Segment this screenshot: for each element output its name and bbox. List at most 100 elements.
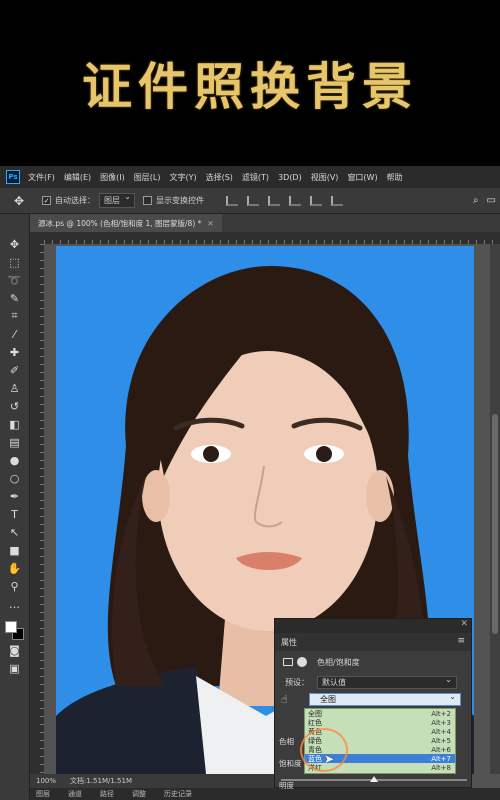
tools-panel: ✥ ⬚ ➰ ✎ ⌗ ⁄ ✚ ✐ ♙ ↺ ◧ ▤ ● ○ ✒ T ↖ ■ ✋ ⚲ … bbox=[0, 214, 30, 800]
dropdown-item[interactable]: 红色 Alt+3 bbox=[305, 718, 455, 727]
slider-labels: 色相 饱和度 明度 bbox=[279, 731, 302, 797]
preset-label: 预设： bbox=[285, 677, 309, 687]
channel-select[interactable]: 全图 bbox=[309, 691, 461, 706]
options-right: ⌕ ▭ bbox=[465, 195, 496, 206]
show-transform-label: 显示变换控件 bbox=[156, 196, 204, 205]
hand-icon[interactable]: ✋ bbox=[6, 560, 24, 576]
align-left-icon[interactable] bbox=[226, 195, 238, 206]
ruler-horizontal bbox=[44, 232, 500, 244]
distribute-bottom-icon[interactable] bbox=[331, 195, 343, 206]
eyedropper-icon[interactable]: ⁄ bbox=[6, 326, 24, 342]
scroll-thumb[interactable] bbox=[492, 414, 498, 634]
lasso-icon[interactable]: ➰ bbox=[6, 272, 24, 288]
auto-select-dropdown[interactable]: 图层 bbox=[99, 192, 135, 208]
search-icon[interactable]: ⌕ bbox=[473, 195, 479, 206]
type-icon[interactable]: T bbox=[6, 506, 24, 522]
stamp-icon[interactable]: ♙ bbox=[6, 380, 24, 396]
menu-type[interactable]: 文字(Y) bbox=[169, 172, 196, 183]
dodge-icon[interactable]: ○ bbox=[6, 470, 24, 486]
show-transform-checkbox[interactable] bbox=[143, 196, 152, 205]
bottom-panel-tabs: 图层 通道 路径 调整 历史记录 bbox=[30, 788, 500, 800]
brush-icon[interactable]: ✐ bbox=[6, 362, 24, 378]
document-tabs: 源冰.ps @ 100% (色相/饱和度 1, 图层蒙版/8) * ✕ bbox=[30, 214, 500, 232]
document-tab-label: 源冰.ps @ 100% (色相/饱和度 1, 图层蒙版/8) * bbox=[38, 219, 202, 228]
video-headline: 证件照换背景 bbox=[0, 0, 500, 166]
blur-icon[interactable]: ● bbox=[6, 452, 24, 468]
menu-help[interactable]: 帮助 bbox=[387, 172, 403, 183]
zoom-level[interactable]: 100% bbox=[36, 777, 56, 785]
lightness-slider[interactable] bbox=[281, 776, 467, 782]
move-tool-icon[interactable]: ✥ bbox=[14, 194, 34, 208]
close-icon[interactable]: ✕ bbox=[207, 219, 213, 228]
workspace-icon[interactable]: ▭ bbox=[487, 195, 496, 206]
menu-filter[interactable]: 滤镜(T) bbox=[242, 172, 269, 183]
menu-edit[interactable]: 编辑(E) bbox=[64, 172, 91, 183]
distribute-top-icon[interactable] bbox=[289, 195, 301, 206]
screen-mode-icon[interactable]: ▣ bbox=[6, 660, 24, 676]
menu-select[interactable]: 选择(S) bbox=[206, 172, 233, 183]
quick-select-icon[interactable]: ✎ bbox=[6, 290, 24, 306]
tab-paths[interactable]: 路径 bbox=[100, 789, 114, 799]
tab-channels[interactable]: 通道 bbox=[68, 789, 82, 799]
gradient-icon[interactable]: ▤ bbox=[6, 434, 24, 450]
pen-icon[interactable]: ✒ bbox=[6, 488, 24, 504]
distribute-middle-icon[interactable] bbox=[310, 195, 322, 206]
targeted-adjust-hand-icon[interactable]: ☝ bbox=[281, 693, 295, 706]
vertical-scrollbar[interactable] bbox=[490, 244, 500, 774]
mask-icon[interactable] bbox=[297, 657, 307, 667]
menu-view[interactable]: 视图(V) bbox=[311, 172, 339, 183]
tab-layers[interactable]: 图层 bbox=[36, 789, 50, 799]
crop-icon[interactable]: ⌗ bbox=[6, 308, 24, 324]
layer-type-label: 色相/饱和度 bbox=[317, 657, 360, 667]
properties-title-row: 属性 ≡ bbox=[275, 633, 471, 651]
panel-menu-icon[interactable]: ≡ bbox=[457, 636, 465, 646]
hue-label: 色相 bbox=[279, 737, 294, 746]
preset-select[interactable]: 默认值 bbox=[317, 674, 457, 689]
auto-select-label: 自动选择： bbox=[55, 196, 95, 205]
adjustment-layer-icon bbox=[283, 658, 293, 666]
shape-icon[interactable]: ■ bbox=[6, 542, 24, 558]
properties-title: 属性 bbox=[281, 637, 297, 647]
photoshop-window: Ps 文件(F) 编辑(E) 图像(I) 图层(L) 文字(Y) 选择(S) 滤… bbox=[0, 166, 500, 800]
doc-size: 文档:1.51M/1.51M bbox=[70, 777, 132, 785]
align-center-icon[interactable] bbox=[247, 195, 259, 206]
mouse-cursor-icon: ➤ bbox=[324, 752, 335, 766]
headline-text: 证件照换背景 bbox=[82, 57, 418, 116]
align-buttons bbox=[226, 195, 352, 206]
lightness-slider-thumb[interactable] bbox=[370, 776, 378, 782]
channel-row: ☝ 全图 bbox=[275, 691, 471, 707]
close-icon[interactable]: ✕ bbox=[460, 619, 468, 629]
menu-window[interactable]: 窗口(W) bbox=[347, 172, 377, 183]
foreground-color[interactable] bbox=[4, 621, 17, 633]
healing-icon[interactable]: ✚ bbox=[6, 344, 24, 360]
align-right-icon[interactable] bbox=[268, 195, 280, 206]
tab-adjustments[interactable]: 调整 bbox=[132, 789, 146, 799]
menu-layer[interactable]: 图层(L) bbox=[134, 172, 161, 183]
zoom-icon[interactable]: ⚲ bbox=[6, 578, 24, 594]
quick-mask-icon[interactable]: ◙ bbox=[6, 642, 24, 658]
move-icon[interactable]: ✥ bbox=[6, 236, 24, 252]
menu-image[interactable]: 图像(I) bbox=[100, 172, 125, 183]
status-bar: 100% 文档:1.51M/1.51M bbox=[30, 774, 274, 788]
options-bar: ✥ ✓ 自动选择： 图层 显示变换控件 ⌕ ▭ bbox=[0, 188, 500, 214]
menu-file[interactable]: 文件(F) bbox=[28, 172, 55, 183]
tab-history[interactable]: 历史记录 bbox=[164, 789, 192, 799]
layer-type-row: 色相/饱和度 bbox=[275, 651, 471, 673]
color-swatches[interactable] bbox=[4, 620, 26, 642]
history-brush-icon[interactable]: ↺ bbox=[6, 398, 24, 414]
menu-3d[interactable]: 3D(D) bbox=[278, 173, 302, 182]
saturation-label: 饱和度 bbox=[279, 759, 302, 768]
auto-select-checkbox[interactable]: ✓ bbox=[42, 196, 51, 205]
preset-row: 预设： 默认值 bbox=[275, 673, 471, 691]
eraser-icon[interactable]: ◧ bbox=[6, 416, 24, 432]
dropdown-item[interactable]: 全图 Alt+2 bbox=[305, 709, 455, 718]
document-tab[interactable]: 源冰.ps @ 100% (色相/饱和度 1, 图层蒙版/8) * ✕ bbox=[30, 214, 222, 232]
marquee-icon[interactable]: ⬚ bbox=[6, 254, 24, 270]
app-logo: Ps bbox=[6, 170, 20, 184]
path-select-icon[interactable]: ↖ bbox=[6, 524, 24, 540]
more-icon[interactable]: … bbox=[6, 596, 24, 612]
menu-bar: Ps 文件(F) 编辑(E) 图像(I) 图层(L) 文字(Y) 选择(S) 滤… bbox=[0, 166, 500, 188]
ruler-corner bbox=[30, 232, 44, 244]
ruler-vertical bbox=[30, 244, 44, 774]
properties-panel-header: ✕ bbox=[275, 619, 471, 633]
